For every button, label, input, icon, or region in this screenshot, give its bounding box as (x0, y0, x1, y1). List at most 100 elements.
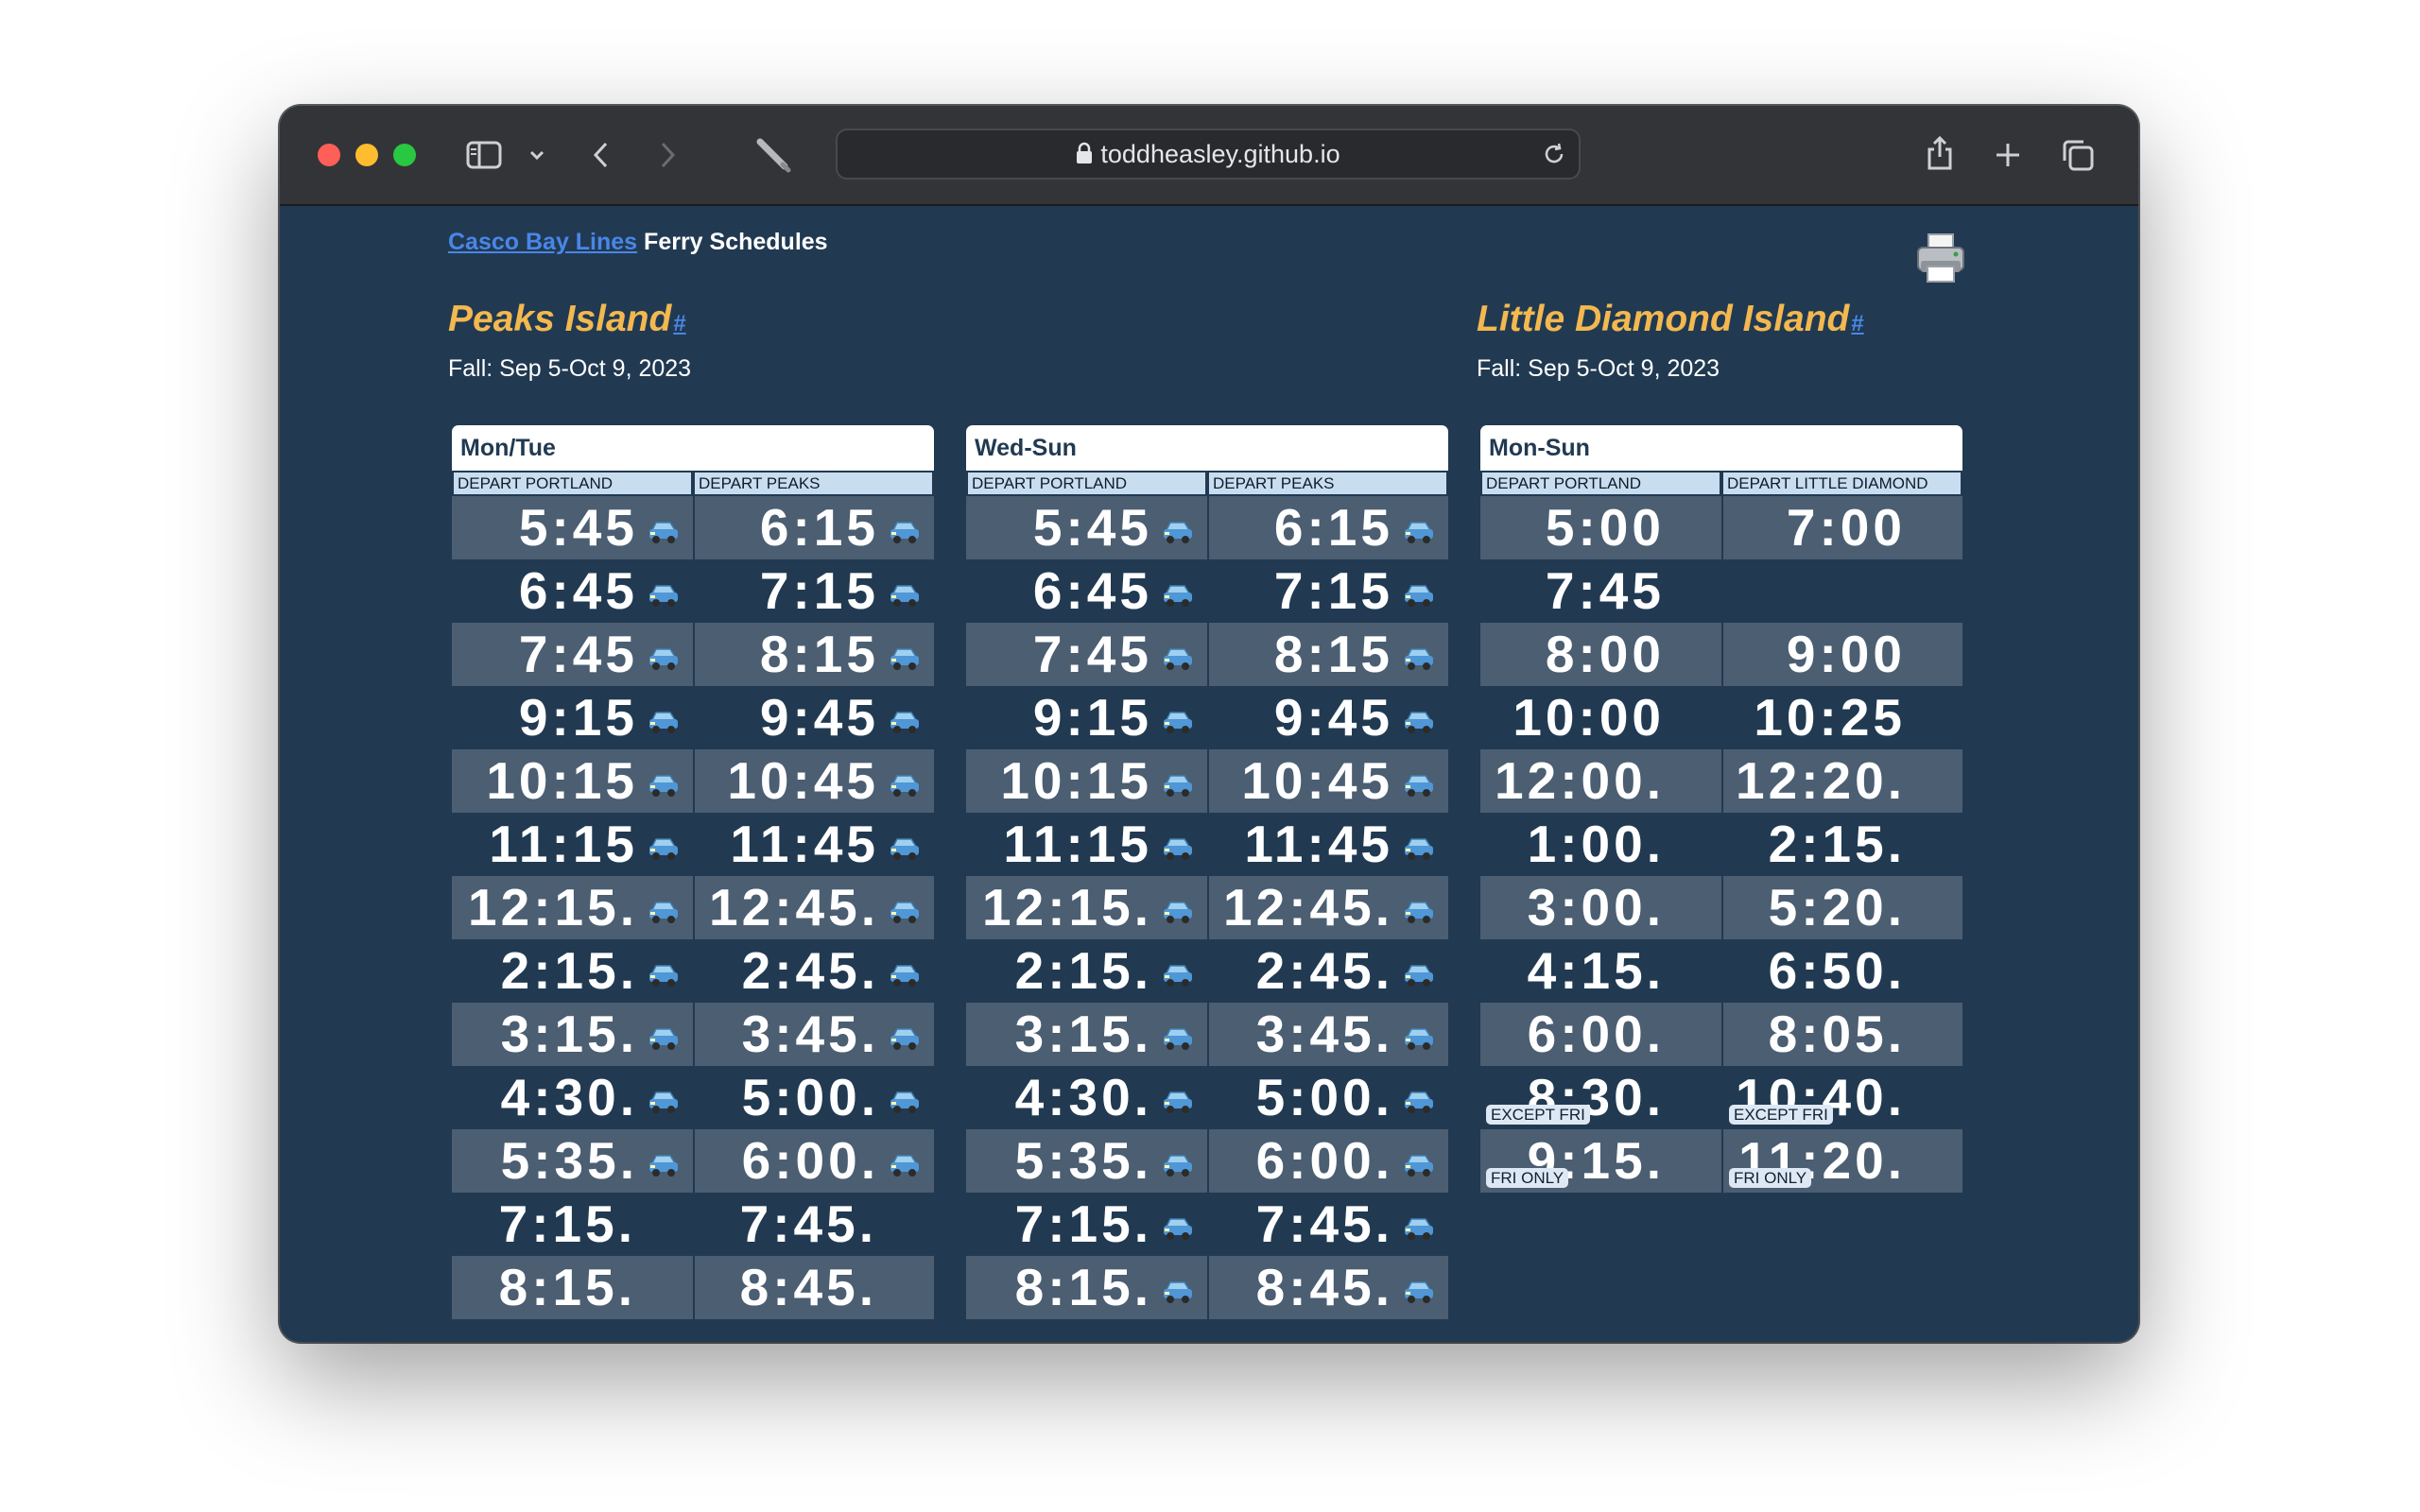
forward-arrow-icon[interactable] (656, 138, 681, 172)
reload-icon[interactable] (1541, 141, 1567, 172)
car-ferry-icon (1162, 1277, 1194, 1305)
back-arrow-icon[interactable] (588, 138, 613, 172)
schedule-cell: 7:45. (1207, 1193, 1448, 1256)
car-ferry-icon (648, 833, 680, 862)
minimize-window-button[interactable] (355, 144, 378, 166)
car-ferry-icon (1403, 833, 1435, 862)
page-content: Casco Bay Lines Ferry Schedules Peaks Is… (280, 206, 2138, 1342)
schedule-row: 12:15. 12:45. (966, 876, 1448, 939)
schedule-cell: 12:45. (1207, 876, 1448, 939)
car-ferry-icon (648, 1023, 680, 1052)
car-ferry-icon (889, 960, 921, 988)
car-ferry-icon (1162, 770, 1194, 799)
schedule-cell: 8:05. (1721, 1003, 1962, 1066)
peaks-season: Fall: Sep 5-Oct 9, 2023 (448, 355, 692, 382)
schedule-cell: 3:15. (966, 1003, 1207, 1066)
schedule-cell: 5:20. (1721, 876, 1962, 939)
pen-icon[interactable] (752, 134, 794, 176)
schedule-row: 1:00. 2:15. (1480, 813, 1962, 876)
schedule-cell: 7:00 (1721, 496, 1962, 559)
printer-icon[interactable] (1915, 232, 1966, 288)
departure-time: 12:15. (468, 878, 638, 936)
schedule-row: 5:35. 6:00. (452, 1129, 934, 1193)
share-icon[interactable] (1923, 132, 1957, 174)
departure-time: 7:15 (1273, 561, 1393, 620)
schedule-cell: 9:15. FRI ONLY (1480, 1129, 1721, 1193)
car-ferry-icon (1162, 707, 1194, 735)
column-header: DEPART LITTLE DIAMOND (1721, 471, 1962, 496)
schedule-cell: 12:15. (452, 876, 693, 939)
schedule-cell: 10:00 (1480, 686, 1721, 749)
departure-time: 6:00. (1527, 1005, 1665, 1063)
schedule-cell: 6:50. (1721, 939, 1962, 1003)
departure-time: 6:45 (518, 561, 638, 620)
schedule-cell: 10:40. EXCEPT FRI (1721, 1066, 1962, 1129)
schedule-cell (1721, 559, 1962, 623)
car-ferry-icon (648, 960, 680, 988)
schedule-row: 2:15. 2:45. (966, 939, 1448, 1003)
car-ferry-icon (1162, 644, 1194, 672)
column-header: DEPART PEAKS (693, 471, 934, 496)
schedule-cell: 5:35. (452, 1129, 693, 1193)
schedule-row: 8:15. 8:45. (452, 1256, 934, 1319)
car-ferry-icon (889, 770, 921, 799)
peaks-anchor-link[interactable]: # (673, 311, 685, 336)
schedule-cell: 3:15. (452, 1003, 693, 1066)
chevron-down-icon[interactable] (527, 146, 546, 164)
car-ferry-icon (1162, 1150, 1194, 1178)
little-diamond-season: Fall: Sep 5-Oct 9, 2023 (1477, 355, 1720, 382)
departure-time: 10:15 (1000, 751, 1152, 810)
departure-time: 10:15 (486, 751, 638, 810)
close-window-button[interactable] (318, 144, 340, 166)
schedule-cell: 8:30. EXCEPT FRI (1480, 1066, 1721, 1129)
schedule-cell: 11:20. FRI ONLY (1721, 1129, 1962, 1193)
car-ferry-icon (889, 517, 921, 545)
tabs-overview-icon[interactable] (2059, 136, 2097, 174)
zoom-window-button[interactable] (393, 144, 416, 166)
schedule-cell: 10:45 (693, 749, 934, 813)
column-header: DEPART PORTLAND (452, 471, 693, 496)
departure-time: 8:15 (759, 625, 879, 683)
schedule-cell: 10:15 (966, 749, 1207, 813)
schedule-cell: 10:25 (1721, 686, 1962, 749)
departure-time: 2:45. (741, 941, 879, 1000)
departure-time: 6:15 (1273, 498, 1393, 557)
casco-bay-lines-link[interactable]: Casco Bay Lines (448, 229, 637, 255)
schedule-row: 5:35. 6:00. (966, 1129, 1448, 1193)
schedule-cell: 9:45 (693, 686, 934, 749)
schedule-cell: 12:00. (1480, 749, 1721, 813)
plus-icon[interactable] (1991, 138, 2025, 172)
car-ferry-icon (1403, 1023, 1435, 1052)
site-title: Ferry Schedules (644, 229, 828, 255)
departure-time: 2:15. (1768, 815, 1906, 873)
schedule-row: 3:15. 3:45. (452, 1003, 934, 1066)
schedule-row: 9:15 9:45 (966, 686, 1448, 749)
browser-window: toddheasley.github.io Casco Bay Lines Fe… (280, 106, 2138, 1342)
departure-time: 1:00. (1527, 815, 1665, 873)
peaks-island-title: Peaks Island# (448, 299, 686, 340)
departure-time: 5:00. (741, 1068, 879, 1126)
departure-time: 11:45 (730, 815, 879, 873)
sidebar-icon[interactable] (465, 138, 503, 172)
schedule-cell: 8:15 (1207, 623, 1448, 686)
schedule-row: 8:30. EXCEPT FRI 10:40. EXCEPT FRI (1480, 1066, 1962, 1129)
schedule-cell: 2:45. (693, 939, 934, 1003)
little-diamond-anchor-link[interactable]: # (1851, 311, 1863, 336)
schedule-cell: 7:15 (1207, 559, 1448, 623)
schedule-cell: 2:15. (452, 939, 693, 1003)
schedule-note-badge: EXCEPT FRI (1729, 1105, 1833, 1125)
schedule-column-headers: DEPART PORTLAND DEPART PEAKS (452, 471, 934, 496)
schedule-cell: 4:30. (966, 1066, 1207, 1129)
schedule-row: 6:45 7:15 (966, 559, 1448, 623)
schedule-cell: 6:15 (1207, 496, 1448, 559)
car-ferry-icon (889, 833, 921, 862)
departure-time: 9:15 (1032, 688, 1152, 747)
departure-time: 7:45. (1255, 1194, 1393, 1253)
schedule-cell: 6:00. (693, 1129, 934, 1193)
schedule-cell: 7:45 (452, 623, 693, 686)
car-ferry-icon (648, 770, 680, 799)
departure-time: 5:00 (1545, 498, 1665, 557)
schedule-cell: 1:00. (1480, 813, 1721, 876)
address-bar[interactable]: toddheasley.github.io (836, 129, 1581, 180)
car-ferry-icon (648, 644, 680, 672)
